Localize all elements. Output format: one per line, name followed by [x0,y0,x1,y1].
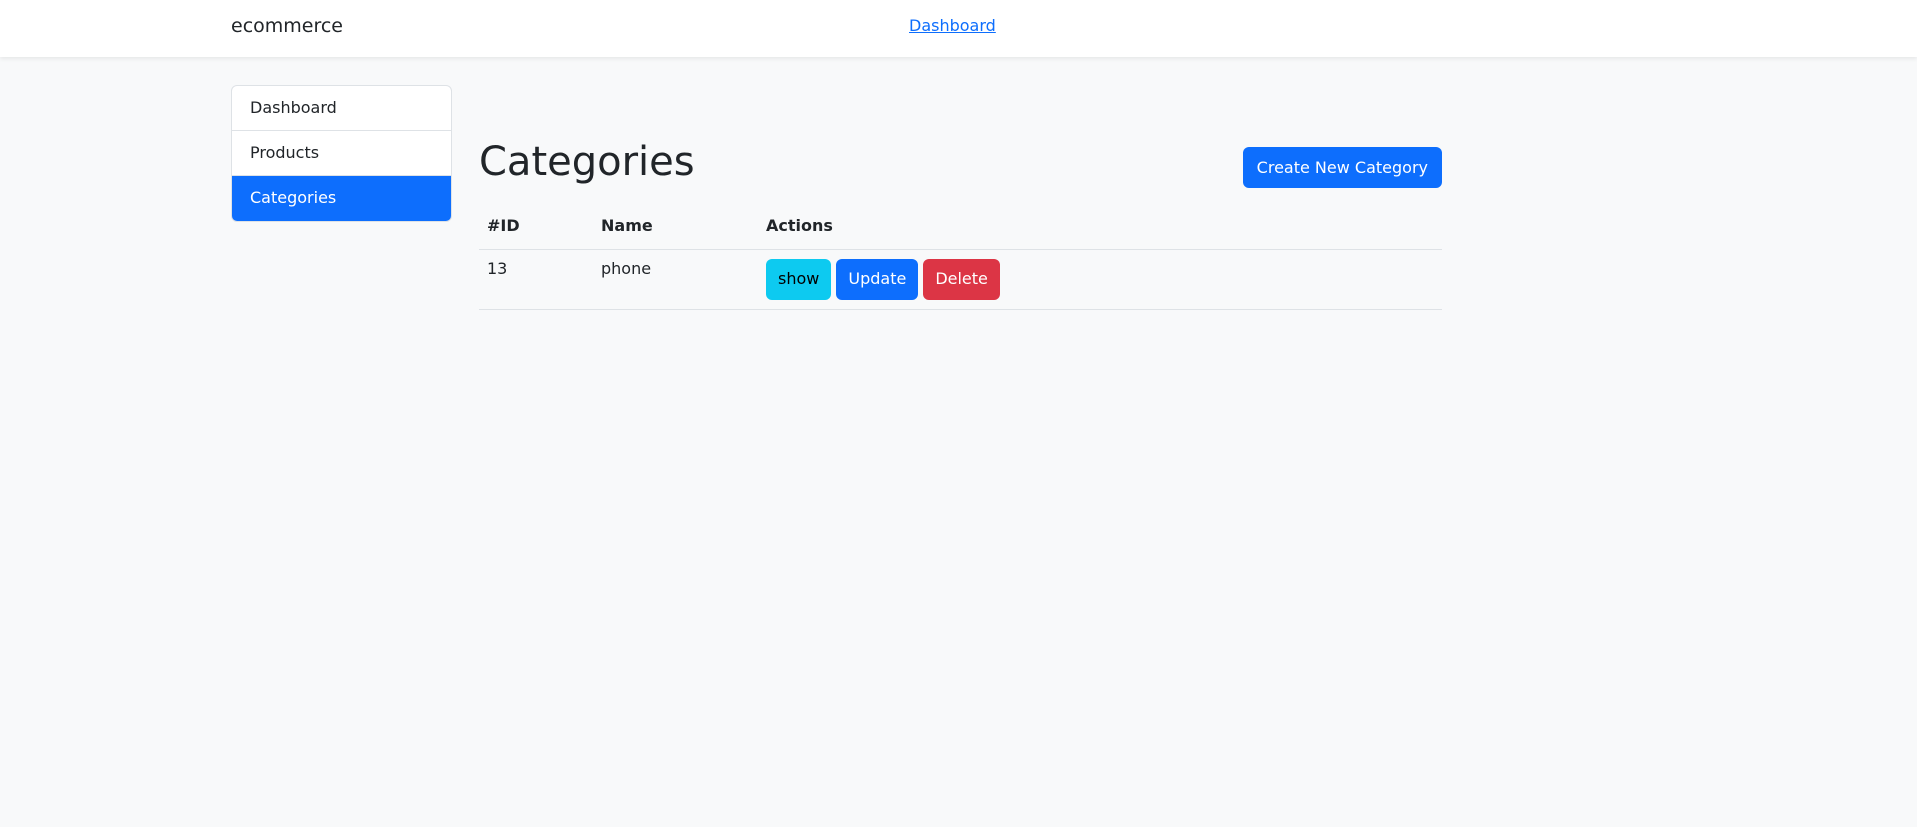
create-category-button[interactable]: Create New Category [1242,147,1442,188]
column-header-id: #ID [479,203,593,250]
cell-actions: show Update Delete [758,249,1442,310]
brand-link[interactable]: ecommerce [231,14,343,38]
sidebar-item-products[interactable]: Products [232,131,451,176]
top-navbar: ecommerce Dashboard [0,0,1917,57]
table-row: 13 phone show Update Delete [479,249,1442,310]
sidebar-item-categories[interactable]: Categories [232,176,451,221]
page-title: Categories [479,139,695,185]
column-header-name: Name [593,203,758,250]
sidebar-menu: Dashboard Products Categories [231,85,452,222]
nav-dashboard-link[interactable]: Dashboard [909,15,996,37]
sidebar-item-dashboard[interactable]: Dashboard [232,86,451,131]
update-button[interactable]: Update [836,258,919,300]
show-button[interactable]: show [766,258,832,300]
cell-name: phone [593,249,758,310]
delete-button[interactable]: Delete [923,258,1000,300]
column-header-actions: Actions [758,203,1442,250]
table-header-row: #ID Name Actions [479,203,1442,250]
categories-table: #ID Name Actions 13 phone show Update Dele… [479,203,1442,310]
cell-id: 13 [479,249,593,310]
